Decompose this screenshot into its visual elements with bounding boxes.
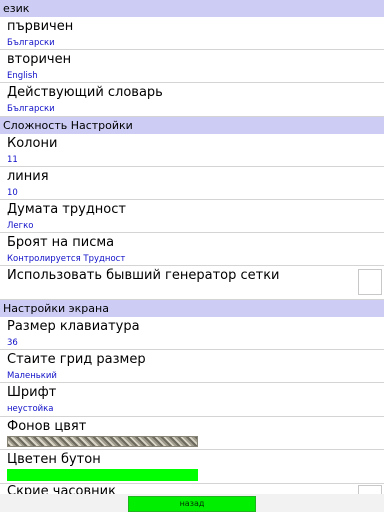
setting-value: 36 (7, 338, 18, 348)
setting-value: Български (7, 104, 55, 114)
back-button[interactable]: назад (128, 496, 256, 512)
setting-title: Стаите грид размер (7, 352, 146, 367)
setting-button-color[interactable]: Цветен бутон (0, 450, 384, 484)
setting-title: първичен (7, 19, 74, 34)
section-header-language: език (0, 0, 384, 17)
setting-value: Легко (7, 221, 34, 231)
setting-primary-language[interactable]: първичен Български (0, 17, 384, 50)
setting-value: English (7, 71, 38, 81)
setting-value: 11 (7, 155, 18, 165)
setting-title: Действующий словарь (7, 85, 163, 100)
setting-lines[interactable]: линия 10 (0, 167, 384, 200)
setting-active-dictionary[interactable]: Действующий словарь Български (0, 83, 384, 117)
setting-title: Использовать бывший генератор сетки (7, 268, 280, 283)
setting-value: Български (7, 38, 55, 48)
setting-title: Шрифт (7, 385, 57, 400)
setting-old-grid-generator[interactable]: Использовать бывший генератор сетки (0, 266, 384, 300)
setting-title: Колони (7, 136, 58, 151)
setting-columns[interactable]: Колони 11 (0, 134, 384, 167)
setting-title: Фонов цвят (7, 419, 87, 434)
button-color-swatch (7, 469, 198, 481)
setting-keyboard-size[interactable]: Размер клавиатура 36 (0, 317, 384, 350)
setting-title: Думата трудност (7, 202, 126, 217)
setting-letter-count[interactable]: Броят на писма Контролируется Трудност (0, 233, 384, 266)
setting-value: неустойка (7, 404, 54, 414)
section-header-difficulty: Сложность Настройки (0, 117, 384, 134)
setting-title: вторичен (7, 52, 72, 67)
setting-background-color[interactable]: Фонов цвят (0, 417, 384, 450)
setting-word-difficulty[interactable]: Думата трудност Легко (0, 200, 384, 233)
setting-title: Размер клавиатура (7, 319, 140, 334)
setting-secondary-language[interactable]: вторичен English (0, 50, 384, 83)
setting-title: линия (7, 169, 49, 184)
setting-value: Контролируется Трудност (7, 254, 126, 264)
setting-grid-size[interactable]: Стаите грид размер Маленький (0, 350, 384, 383)
background-color-swatch (7, 436, 198, 447)
old-generator-checkbox[interactable] (358, 269, 382, 295)
setting-title: Броят на писма (7, 235, 115, 250)
setting-title: Цветен бутон (7, 452, 101, 467)
setting-value: 10 (7, 188, 18, 198)
setting-font[interactable]: Шрифт неустойка (0, 383, 384, 417)
section-header-screen: Настройки экрана (0, 300, 384, 317)
setting-value: Маленький (7, 371, 57, 381)
